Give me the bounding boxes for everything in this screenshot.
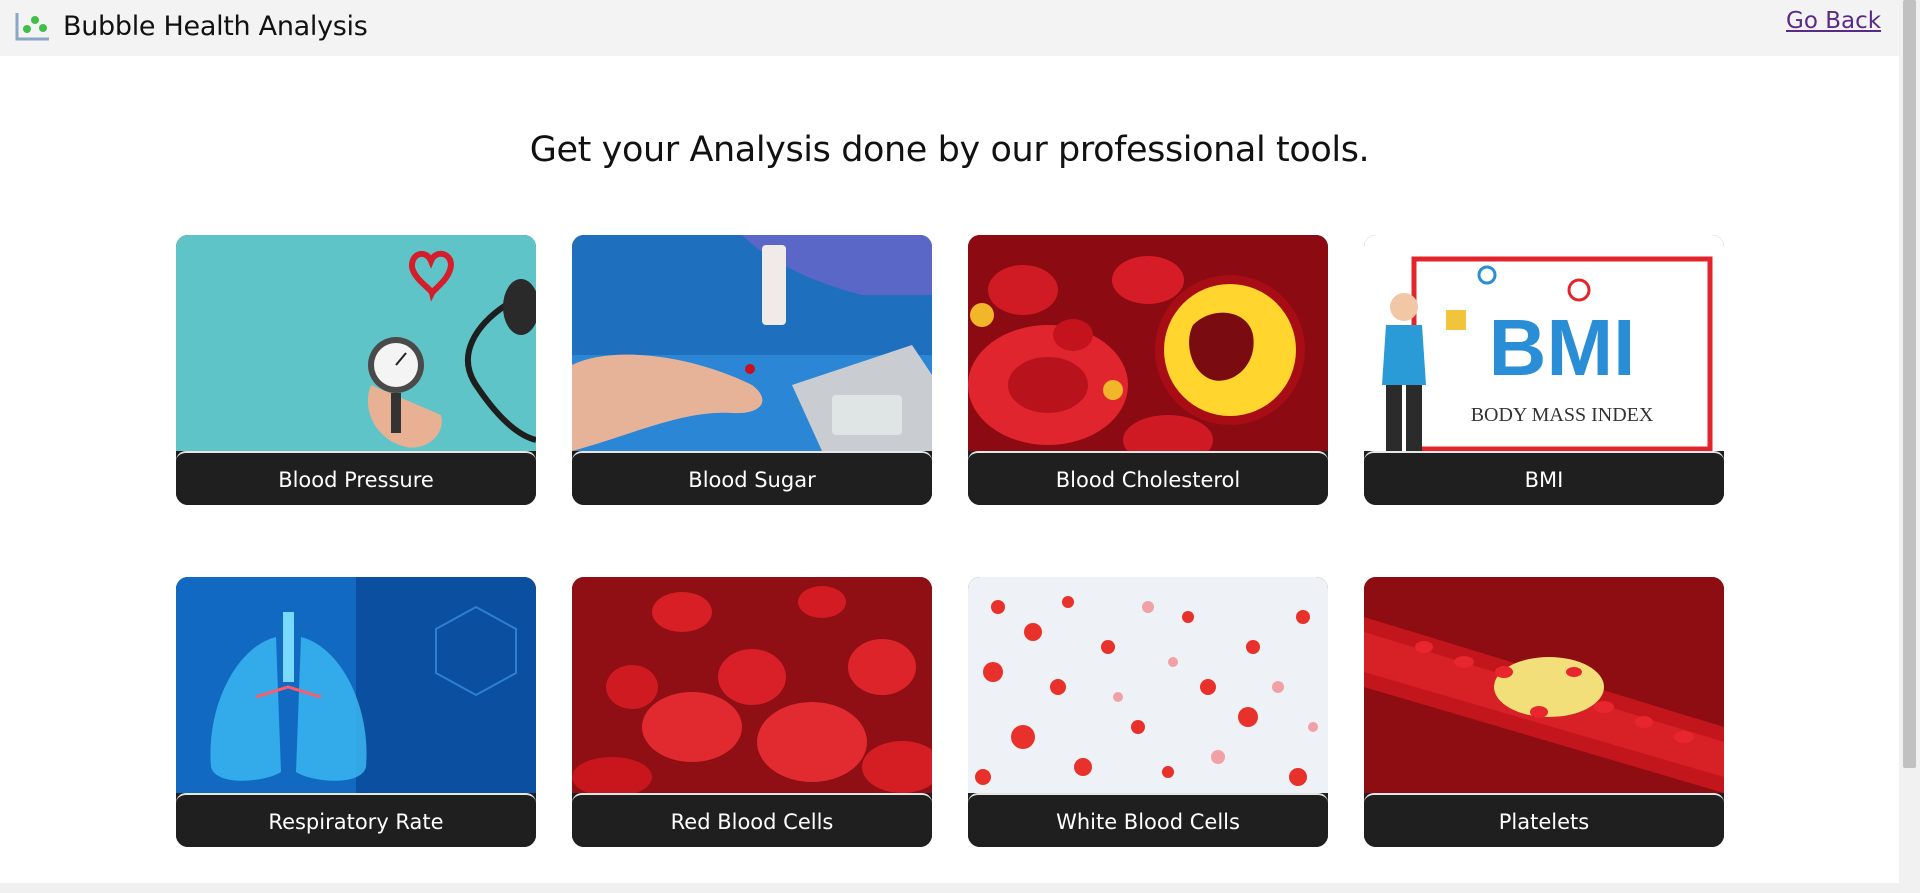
card-platelets[interactable]: Platelets	[1364, 577, 1724, 847]
card-blood-cholesterol[interactable]: Blood Cholesterol	[968, 235, 1328, 505]
go-back-link[interactable]: Go Back	[1786, 8, 1881, 34]
card-label: Respiratory Rate	[176, 793, 536, 847]
blood-cholesterol-image	[968, 235, 1328, 451]
card-label: Red Blood Cells	[572, 793, 932, 847]
card-blood-pressure[interactable]: Blood Pressure	[176, 235, 536, 505]
card-label: Blood Sugar	[572, 451, 932, 505]
card-label: Blood Cholesterol	[968, 451, 1328, 505]
card-label: Platelets	[1364, 793, 1724, 847]
platelets-image	[1364, 577, 1724, 793]
blood-pressure-image	[176, 235, 536, 451]
card-white-blood-cells[interactable]: White Blood Cells	[968, 577, 1328, 847]
vertical-scrollbar[interactable]	[1899, 0, 1920, 893]
card-bmi[interactable]: BMI BODY MASS INDEX BMI	[1364, 235, 1724, 505]
card-red-blood-cells[interactable]: Red Blood Cells	[572, 577, 932, 847]
white-blood-cells-image	[968, 577, 1328, 793]
card-blood-sugar[interactable]: Blood Sugar	[572, 235, 932, 505]
card-label: BMI	[1364, 451, 1724, 505]
brand[interactable]: Bubble Health Analysis	[15, 10, 368, 42]
page-headline: Get your Analysis done by our profession…	[529, 130, 1370, 170]
page-bottom-strip	[0, 883, 1899, 893]
bmi-image-caption: BODY MASS INDEX	[1471, 404, 1654, 426]
blood-sugar-image	[572, 235, 932, 451]
red-blood-cells-image	[572, 577, 932, 793]
bmi-image: BMI BODY MASS INDEX	[1364, 235, 1724, 451]
bmi-image-text: BMI	[1489, 303, 1636, 392]
brand-name: Bubble Health Analysis	[63, 10, 368, 42]
navbar: Bubble Health Analysis Go Back	[0, 0, 1899, 56]
card-label: Blood Pressure	[176, 451, 536, 505]
respiratory-rate-image	[176, 577, 536, 793]
card-label: White Blood Cells	[968, 793, 1328, 847]
card-respiratory-rate[interactable]: Respiratory Rate	[176, 577, 536, 847]
scrollbar-thumb[interactable]	[1903, 0, 1916, 768]
chart-logo-icon	[15, 13, 49, 41]
